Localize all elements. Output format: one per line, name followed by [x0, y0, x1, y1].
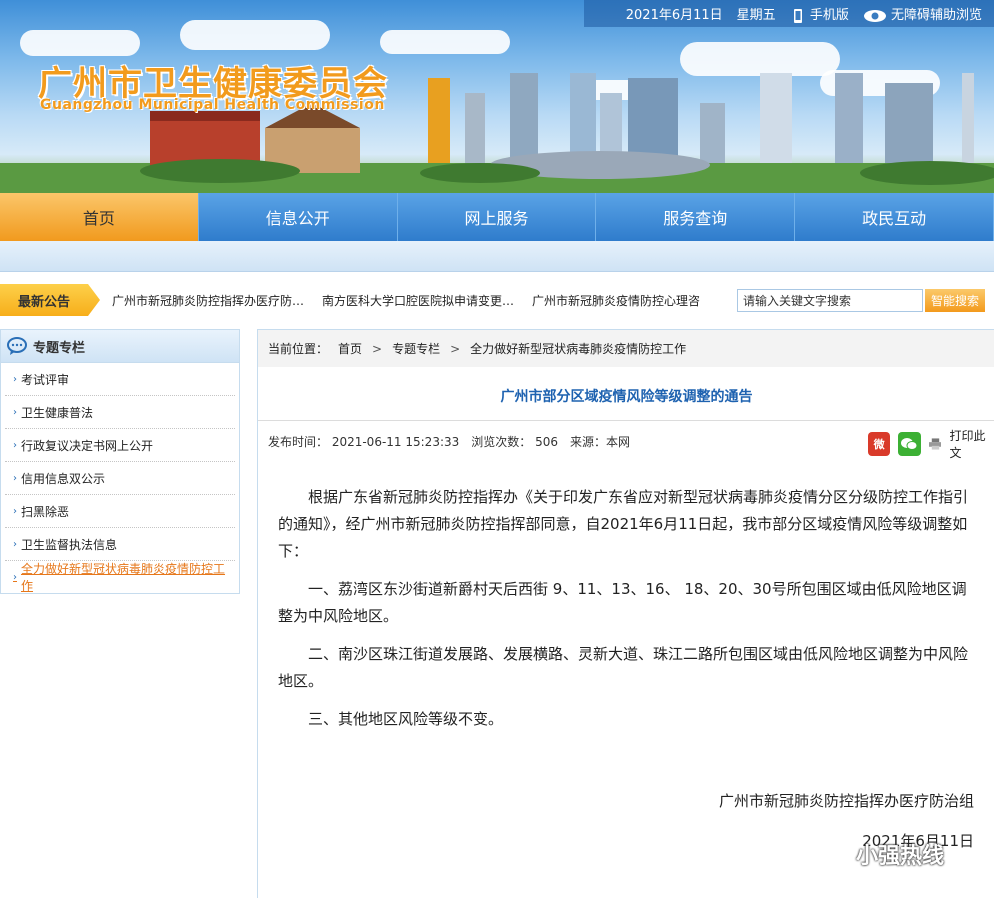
watermark-text: 小强热线: [856, 844, 945, 869]
chevron-right-icon: ›: [13, 472, 17, 484]
article-source: 来源：本网: [570, 435, 631, 449]
sidebar-item-administrative-review[interactable]: › 行政复议决定书网上公开: [5, 429, 235, 462]
notice-item[interactable]: 广州市新冠肺炎防控指挥办医疗防…: [112, 292, 304, 309]
wechat-share-icon[interactable]: [898, 432, 921, 456]
breadcrumb-separator: >: [450, 341, 461, 356]
nav-home[interactable]: 首页: [0, 193, 199, 241]
breadcrumb-home[interactable]: 首页: [338, 340, 362, 357]
site-header: 2021年6月11日 星期五 手机版 无障碍辅助浏览 广州市卫生健康委员会 Gu…: [0, 0, 994, 193]
search-input[interactable]: [737, 289, 923, 312]
view-count: 浏览次数： 506: [471, 435, 558, 449]
sidebar-item-label: 扫黑除恶: [21, 504, 70, 519]
sidebar-item-credit-info[interactable]: › 信用信息双公示: [5, 462, 235, 495]
article-panel: 当前位置： 首页 > 专题专栏 > 全力做好新型冠状病毒肺炎疫情防控工作 广州市…: [257, 329, 994, 898]
nav-service-query[interactable]: 服务查询: [596, 193, 796, 241]
article-paragraph: 一、荔湾区东沙街道新爵村天后西街 9、11、13、16、 18、20、30号所包…: [278, 580, 967, 625]
sidebar-title: 专题专栏: [33, 340, 86, 356]
sidebar-item-label: 行政复议决定书网上公开: [21, 438, 154, 453]
eye-icon: [863, 9, 886, 22]
mobile-version-label: 手机版: [809, 8, 849, 23]
watermark: 小强热线: [820, 838, 944, 870]
sidebar-item-exam-review[interactable]: › 考试评审: [5, 363, 235, 396]
sidebar-header: 专题专栏: [1, 330, 239, 363]
notice-item[interactable]: 南方医科大学口腔医院拟申请变更…: [322, 292, 514, 309]
cloud-decoration: [680, 42, 840, 76]
article-paragraph: 二、南沙区珠江街道发展路、发展横路、灵新大道、珠江二路所包围区域由低风险地区调整…: [278, 645, 969, 690]
share-tools: 微 打印此文: [868, 427, 994, 461]
sidebar-item-label: 信用信息双公示: [21, 471, 106, 486]
sidebar-item-supervision-info[interactable]: › 卫生监督执法信息: [5, 528, 235, 561]
top-utility-bar: 2021年6月11日 星期五 手机版 无障碍辅助浏览: [584, 0, 994, 27]
divider: [258, 420, 994, 421]
cloud-decoration: [20, 30, 140, 56]
chevron-right-icon: ›: [13, 571, 17, 583]
search-button[interactable]: 智能搜索: [925, 289, 985, 312]
article-signature: 广州市新冠肺炎防控指挥办医疗防治组: [718, 792, 974, 810]
accessibility-label: 无障碍辅助浏览: [890, 8, 982, 23]
article-paragraph: 根据广东省新冠肺炎防控指挥办《关于印发广东省应对新型冠状病毒肺炎疫情分区分级防控…: [278, 488, 969, 560]
article-paragraph: 三、其他地区风险等级不变。: [308, 710, 504, 728]
current-date: 2021年6月11日: [625, 8, 723, 23]
chevron-right-icon: ›: [13, 538, 17, 550]
sidebar-item-label: 卫生监督执法信息: [21, 537, 118, 552]
printer-icon[interactable]: [928, 438, 942, 450]
chevron-right-icon: ›: [13, 406, 17, 418]
mobile-phone-icon: [793, 8, 802, 23]
sidebar-item-label: 全力做好新型冠状病毒肺炎疫情防控工作: [21, 562, 226, 593]
breadcrumb: 当前位置： 首页 > 专题专栏 > 全力做好新型冠状病毒肺炎疫情防控工作: [258, 330, 994, 367]
chevron-right-icon: ›: [13, 505, 17, 517]
breadcrumb-label: 当前位置：: [268, 342, 329, 356]
speech-bubble-icon: [7, 337, 27, 355]
current-weekday: 星期五: [736, 8, 776, 23]
nav-info-disclosure[interactable]: 信息公开: [199, 193, 398, 241]
sidebar-item-anti-crime[interactable]: › 扫黑除恶: [5, 495, 235, 528]
nav-public-interaction[interactable]: 政民互动: [795, 193, 994, 241]
notice-list: 广州市新冠肺炎防控指挥办医疗防… 南方医科大学口腔医院拟申请变更… 广州市新冠肺…: [112, 284, 700, 316]
cloud-decoration: [380, 30, 510, 54]
print-link[interactable]: 打印此文: [949, 427, 994, 461]
breadcrumb-covid-control[interactable]: 全力做好新型冠状病毒肺炎疫情防控工作: [470, 340, 686, 357]
wechat-watermark-icon: [820, 843, 849, 865]
sidebar-item-label: 考试评审: [21, 372, 70, 387]
accessibility-link[interactable]: 无障碍辅助浏览: [863, 4, 982, 23]
article-body: 根据广东省新冠肺炎防控指挥办《关于印发广东省应对新型冠状病毒肺炎疫情分区分级防控…: [278, 484, 978, 744]
sidebar-item-health-law[interactable]: › 卫生健康普法: [5, 396, 235, 429]
notice-label: 最新公告: [0, 284, 100, 316]
article-meta: 发布时间： 2021-06-11 15:23:33 浏览次数： 506 来源：本…: [268, 433, 630, 450]
sidebar-item-covid-control[interactable]: › 全力做好新型冠状病毒肺炎疫情防控工作: [5, 561, 235, 593]
notice-item[interactable]: 广州市新冠肺炎疫情防控心理咨: [532, 292, 700, 309]
sidebar: 专题专栏 › 考试评审 › 卫生健康普法 › 行政复议决定书网上公开 › 信用信息双公示…: [0, 329, 240, 594]
main-nav: 首页 信息公开 网上服务 服务查询 政民互动: [0, 193, 994, 241]
site-logo-english: Guangzhou Municipal Health Commission: [40, 97, 385, 113]
chevron-right-icon: ›: [13, 373, 17, 385]
article-title: 广州市部分区域疫情风险等级调整的通告: [500, 389, 753, 405]
cloud-decoration: [180, 20, 330, 50]
mobile-version-link[interactable]: 手机版: [790, 4, 849, 23]
sidebar-item-label: 卫生健康普法: [21, 405, 94, 420]
breadcrumb-special-column[interactable]: 专题专栏: [392, 340, 440, 357]
nav-online-service[interactable]: 网上服务: [398, 193, 597, 241]
publish-time: 发布时间： 2021-06-11 15:23:33: [268, 435, 460, 449]
chevron-right-icon: ›: [13, 439, 17, 451]
breadcrumb-separator: >: [372, 341, 383, 356]
sub-nav-bar: [0, 241, 994, 272]
weibo-share-icon[interactable]: 微: [868, 432, 891, 456]
